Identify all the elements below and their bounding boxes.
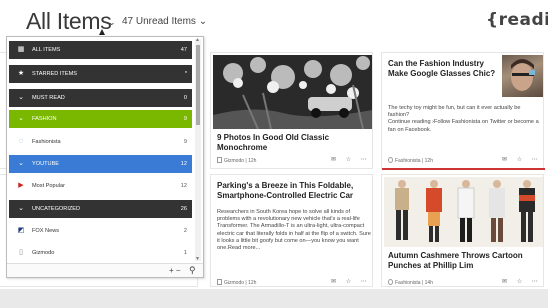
feed-row-label: STARRED ITEMS: [32, 71, 77, 77]
feed-row-all-items[interactable]: ▦ ALL ITEMS 47: [9, 41, 192, 59]
article-photo-glasses: [502, 55, 543, 97]
feed-row-fashion[interactable]: ⌄ FASHION 9: [9, 110, 192, 128]
article-card-parking[interactable]: Parking's a Breeze in This Foldable, Sma…: [210, 174, 373, 287]
article-actions[interactable]: ✉ ☆ ⋯: [502, 278, 542, 285]
dropdown-toolbar: + − ⚲: [7, 263, 203, 277]
feed-row-uncategorized[interactable]: ⌄ UNCATEGORIZED 26: [9, 200, 192, 218]
scroll-up-icon[interactable]: ▲: [195, 37, 200, 43]
article-source-label: Gizmodo | 12h: [224, 158, 257, 164]
article-card-monochrome[interactable]: 9 Photos In Good Old Classic Monochrome …: [210, 52, 373, 169]
feed-row-label: Most Popular: [32, 183, 65, 189]
feed-row-count: 1: [183, 250, 187, 256]
feed-row-count: 0: [183, 95, 187, 101]
feed-row-count: 12: [180, 183, 187, 189]
scroll-down-icon[interactable]: ▼: [195, 256, 200, 262]
fashionista-icon: [388, 157, 393, 163]
article-source: Gizmodo | 12h: [217, 279, 256, 286]
feed-row-count: 9: [183, 139, 187, 145]
feed-row-fox-news[interactable]: ◩ FOX News 2: [9, 222, 192, 240]
feed-row-label: ALL ITEMS: [32, 47, 61, 53]
chevron-down-icon[interactable]: ⌄: [108, 17, 116, 28]
feed-row-label: MUST READ: [32, 95, 65, 101]
feed-row-label: UNCATEGORIZED: [32, 206, 81, 212]
feed-row-must-read[interactable]: ⌄ MUST READ 0: [9, 89, 192, 107]
article-source-label: Fashionista | 14h: [395, 280, 433, 286]
fashionista-icon: [388, 279, 393, 285]
article-actions[interactable]: ✉ ☆ ⋯: [331, 278, 371, 285]
feed-row-gizmodo[interactable]: ▯ Gizmodo 1: [9, 244, 192, 262]
feed-row-most-popular[interactable]: ▶ Most Popular 12: [9, 177, 192, 195]
article-source: Gizmodo | 12h: [217, 157, 256, 164]
grid-icon: ▦: [17, 46, 25, 53]
article-photo-monochrome: [213, 55, 372, 129]
rss-icon: ◌: [18, 138, 24, 145]
article-card-autumn[interactable]: Autumn Cashmere Throws Cartoon Punches a…: [381, 174, 544, 287]
mouse-cursor-icon: [99, 29, 105, 35]
article-title[interactable]: 9 Photos In Good Old Classic Monochrome: [217, 133, 367, 153]
article-title[interactable]: Parking's a Breeze in This Foldable, Sma…: [217, 181, 367, 201]
unread-items-filter[interactable]: 47 Unread Items ⌄: [122, 16, 207, 27]
chevron-down-icon: ⌄: [18, 94, 24, 101]
add-remove-feed-button[interactable]: + −: [169, 266, 181, 275]
feed-row-count: 47: [180, 47, 187, 53]
chevron-down-icon: ⌄: [18, 160, 24, 167]
accent-line: [382, 168, 545, 170]
article-title[interactable]: Autumn Cashmere Throws Cartoon Punches a…: [388, 251, 538, 271]
feed-row-starred-items[interactable]: ★ STARRED ITEMS *: [9, 65, 192, 83]
article-source-label: Fashionista | 12h: [395, 158, 433, 164]
feed-row-fashionista[interactable]: ◌ Fashionista 9: [9, 133, 192, 151]
article-actions[interactable]: ✉ ☆ ⋯: [502, 156, 542, 163]
feed-row-label: FOX News: [32, 228, 60, 234]
feed-row-youtube[interactable]: ⌄ YOUTUBE 12: [9, 155, 192, 173]
feed-row-count: 2: [183, 228, 187, 234]
article-photo-runway: [384, 177, 543, 247]
feed-row-label: YOUTUBE: [32, 161, 60, 167]
article-card-fashion-glasses[interactable]: Can the Fashion Industry Make Google Gla…: [381, 52, 545, 170]
chevron-down-icon: ⌄: [18, 205, 24, 212]
feed-row-count: *: [184, 71, 187, 77]
article-source: Fashionista | 12h: [388, 157, 433, 164]
bottom-bar: [0, 289, 548, 308]
article-summary: The techy toy might be fun, but can it e…: [388, 105, 539, 133]
filter-icon[interactable]: ⚲: [189, 265, 196, 276]
feed-row-count: 12: [180, 161, 187, 167]
gizmodo-icon: [217, 157, 222, 163]
article-source: Fashionista | 14h: [388, 279, 433, 286]
article-title[interactable]: Can the Fashion Industry Make Google Gla…: [388, 59, 500, 79]
feed-row-label: Fashionista: [32, 139, 61, 145]
feed-dropdown[interactable]: ▦ ALL ITEMS 47 ★ STARRED ITEMS * ⌄ MUST …: [6, 36, 204, 278]
youtube-icon: ▶: [18, 182, 24, 189]
article-summary: Researchers in South Korea hope to solve…: [217, 209, 371, 252]
gizmodo-icon: [217, 279, 222, 285]
feed-row-count: 26: [180, 206, 187, 212]
readiy-logo: {readiy}: [486, 10, 548, 30]
article-actions[interactable]: ✉ ☆ ⋯: [331, 156, 371, 163]
gizmodo-icon: ▯: [19, 249, 23, 256]
article-source-label: Gizmodo | 12h: [224, 280, 257, 286]
dropdown-scrollbar-thumb[interactable]: [196, 45, 200, 125]
fox-news-icon: ◩: [17, 227, 25, 234]
chevron-down-icon: ⌄: [18, 115, 24, 122]
feed-row-label: FASHION: [32, 116, 57, 122]
star-icon: ★: [17, 70, 25, 77]
feed-row-count: 9: [183, 116, 187, 122]
feed-row-label: Gizmodo: [32, 250, 55, 256]
